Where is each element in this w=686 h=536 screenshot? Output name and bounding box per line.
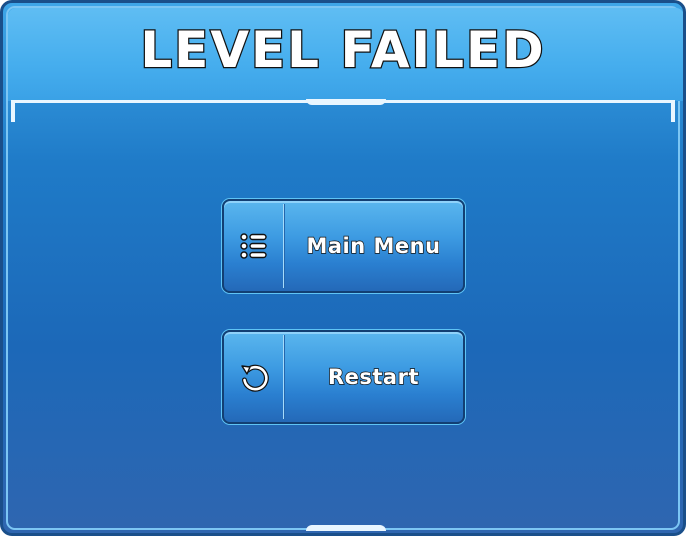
bottom-accent-tab <box>306 525 386 531</box>
dialog-title: LEVEL FAILED <box>139 20 546 81</box>
main-menu-button[interactable]: Main Menu <box>222 199 465 293</box>
restart-icon <box>224 332 283 422</box>
main-menu-label: Main Menu <box>306 233 441 258</box>
restart-button[interactable]: Restart <box>222 330 465 424</box>
left-corner-accent <box>11 100 15 122</box>
right-corner-accent <box>671 100 675 122</box>
restart-label: Restart <box>327 364 420 389</box>
list-icon <box>224 201 283 291</box>
header-divider-tab <box>306 99 386 105</box>
